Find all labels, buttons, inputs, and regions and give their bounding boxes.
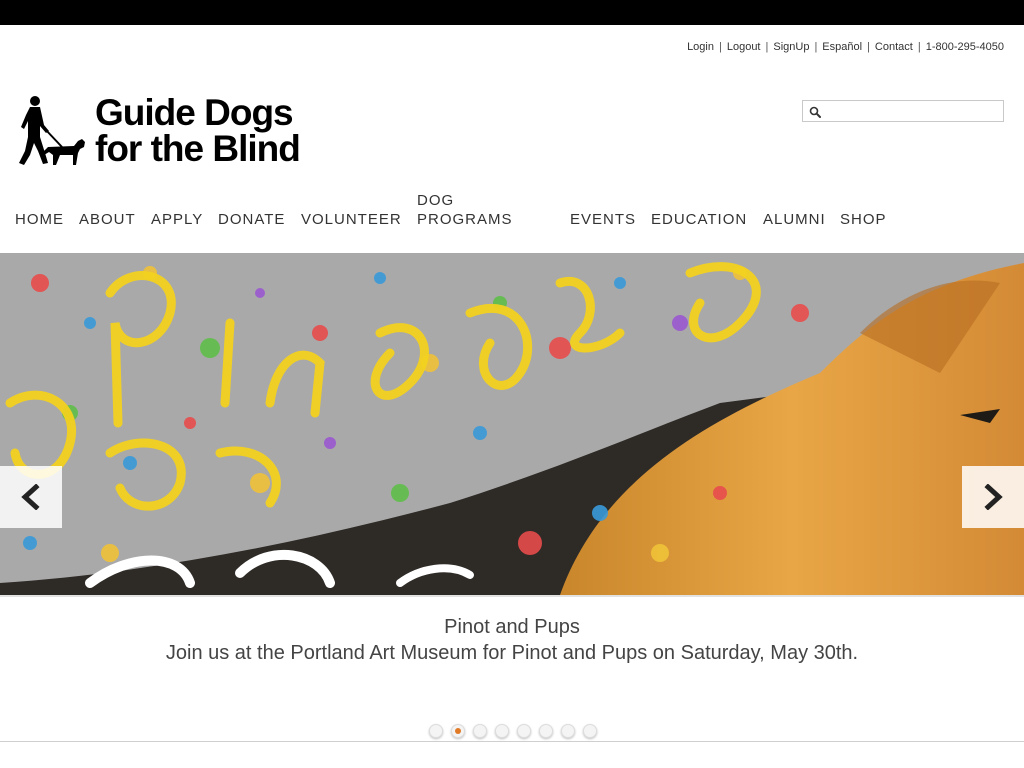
hero-divider	[0, 595, 1024, 597]
search-box[interactable]	[802, 100, 1004, 122]
separator: |	[814, 41, 818, 53]
carousel-dot[interactable]	[583, 724, 597, 738]
nav-apply[interactable]: APPLY	[151, 210, 203, 229]
slide-caption-title: Pinot and Pups	[444, 616, 580, 638]
chevron-right-icon	[984, 484, 1003, 510]
chevron-left-icon	[21, 484, 40, 510]
carousel-dot[interactable]	[561, 724, 575, 738]
nav-education[interactable]: EDUCATION	[651, 210, 747, 229]
nav-alumni[interactable]: ALUMNI	[763, 210, 826, 229]
carousel-dot[interactable]	[473, 724, 487, 738]
hero-artwork	[0, 253, 1024, 595]
signup-link[interactable]: SignUp	[773, 41, 809, 53]
nav-events[interactable]: EVENTS	[570, 210, 636, 229]
nav-home[interactable]: HOME	[15, 210, 64, 229]
nav-about[interactable]: ABOUT	[79, 210, 136, 229]
footer-divider	[0, 741, 1024, 742]
logo-line-2: for the Blind	[95, 128, 301, 169]
guide-dog-logo-icon	[19, 96, 85, 165]
separator: |	[917, 41, 921, 53]
nav-donate[interactable]: DONATE	[218, 210, 285, 229]
login-link[interactable]: Login	[687, 41, 714, 53]
logo-line-1: Guide Dogs	[95, 92, 294, 133]
logout-link[interactable]: Logout	[727, 41, 761, 53]
nav-volunteer[interactable]: VOLUNTEER	[301, 210, 402, 229]
site-logo[interactable]: Guide Dogs for the Blind	[18, 92, 308, 170]
phone-link[interactable]: 1-800-295-4050	[926, 41, 1004, 53]
search-icon	[809, 106, 821, 118]
carousel-dot-active[interactable]	[451, 724, 465, 738]
contact-link[interactable]: Contact	[875, 41, 913, 53]
carousel-dot[interactable]	[495, 724, 509, 738]
espanol-link[interactable]: Español	[822, 41, 862, 53]
separator: |	[718, 41, 722, 53]
logo-text: Guide Dogs for the Blind	[95, 92, 301, 169]
utility-links: Login | Logout | SignUp | Español | Cont…	[687, 41, 1004, 53]
nav-dog-programs-line-1: DOG	[417, 192, 455, 209]
carousel-dot[interactable]	[539, 724, 553, 738]
nav-dog-programs-line-2: PROGRAMS	[417, 211, 513, 228]
carousel-dot[interactable]	[517, 724, 531, 738]
top-black-bar	[0, 0, 1024, 25]
carousel-dot[interactable]	[429, 724, 443, 738]
carousel-pagination	[429, 724, 605, 738]
carousel-prev-button[interactable]	[0, 466, 62, 528]
separator: |	[765, 41, 769, 53]
hero-slide-image[interactable]	[0, 253, 1024, 595]
search-input[interactable]	[825, 102, 1000, 120]
slide-caption-text: Join us at the Portland Art Museum for P…	[165, 642, 859, 664]
carousel-next-button[interactable]	[962, 466, 1024, 528]
nav-shop[interactable]: SHOP	[840, 210, 887, 229]
nav-dog-programs[interactable]: DOG PROGRAMS	[417, 191, 513, 229]
separator: |	[867, 41, 870, 53]
